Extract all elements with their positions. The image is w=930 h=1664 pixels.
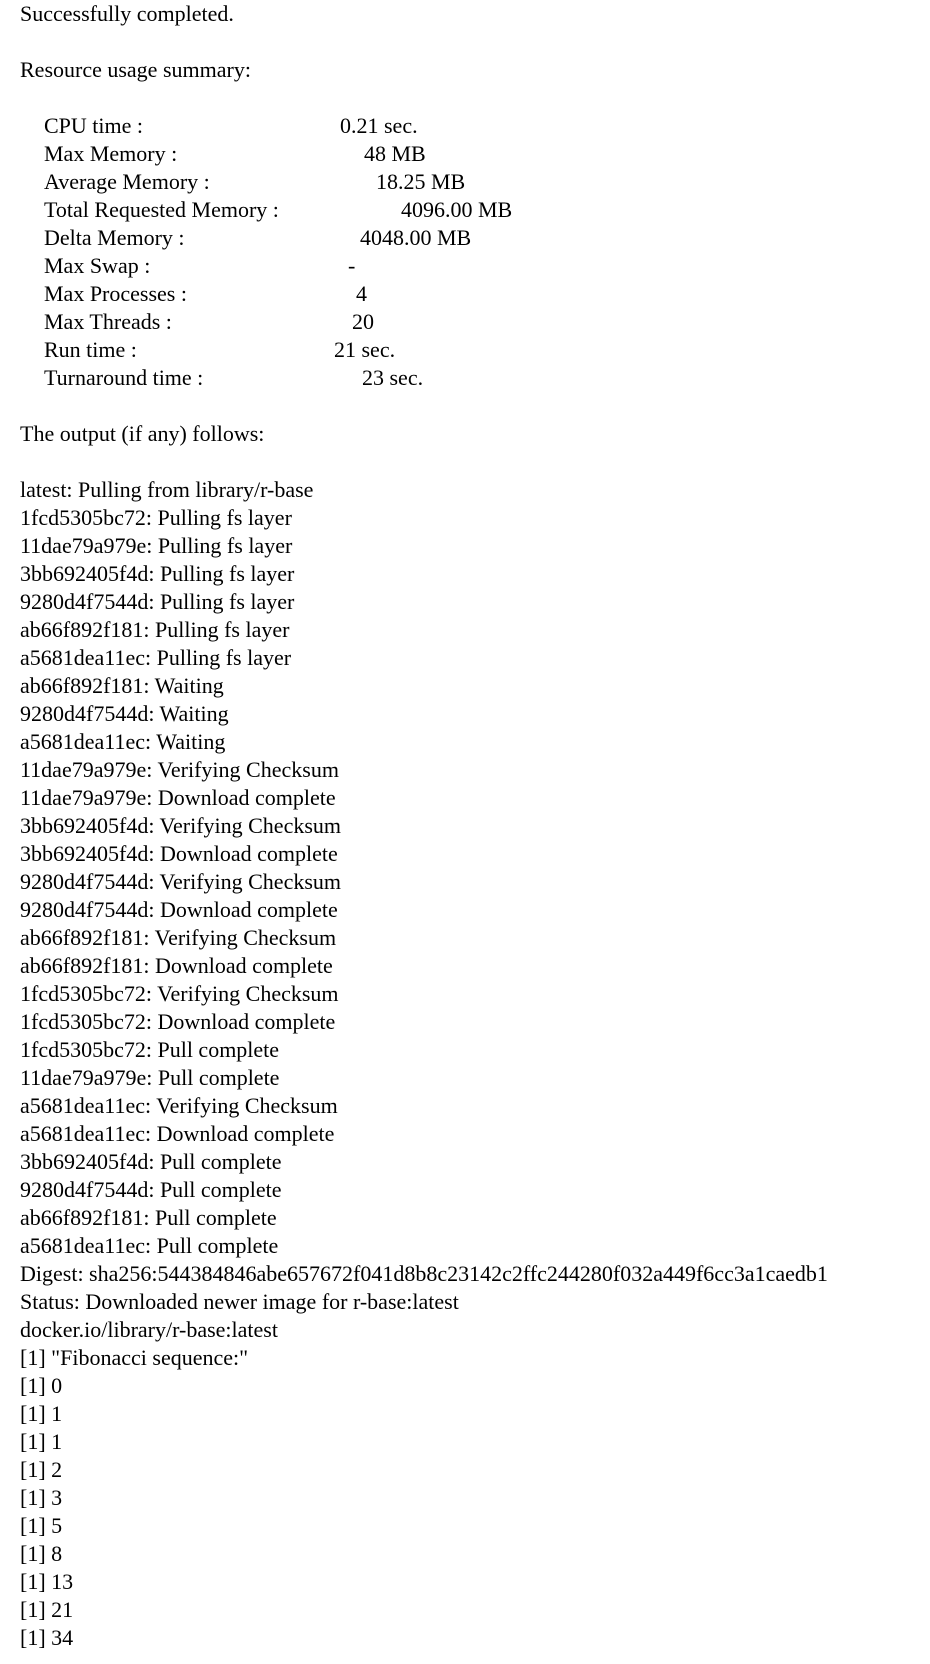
usage-value: 4096.00 MB [401, 197, 513, 222]
output-line: [1] 5 [20, 1513, 63, 1538]
usage-row-total-requested-memory: Total Requested Memory : 4096.00 MB [20, 196, 920, 224]
usage-value: 18.25 MB [376, 169, 466, 194]
output-line: [1] 21 [20, 1597, 74, 1622]
output-line: 9280d4f7544d: Pull complete [20, 1177, 282, 1202]
usage-value: 4048.00 MB [360, 225, 472, 250]
output-line: Status: Downloaded newer image for r-bas… [20, 1289, 459, 1314]
output-line: [1] 34 [20, 1625, 74, 1650]
job-report: Successfully completed. Resource usage s… [20, 0, 920, 1652]
output-line: 1fcd5305bc72: Pull complete [20, 1037, 280, 1062]
usage-label: Delta Memory : [44, 225, 185, 250]
output-line: [1] 3 [20, 1485, 63, 1510]
usage-row-run-time: Run time : 21 sec. [20, 336, 920, 364]
output-line: [1] "Fibonacci sequence:" [20, 1345, 249, 1370]
usage-label: Max Processes : [44, 281, 187, 306]
output-line: 9280d4f7544d: Pulling fs layer [20, 589, 295, 614]
output-heading: The output (if any) follows: [20, 421, 265, 446]
digest-line: Digest: sha256:544384846abe657672f041d8b… [20, 1261, 828, 1286]
usage-row-delta-memory: Delta Memory : 4048.00 MB [20, 224, 920, 252]
usage-row-average-memory: Average Memory : 18.25 MB [20, 168, 920, 196]
output-line: 11dae79a979e: Verifying Checksum [20, 757, 339, 782]
output-line: 3bb692405f4d: Download complete [20, 841, 338, 866]
output-line: 3bb692405f4d: Pull complete [20, 1149, 282, 1174]
usage-value: 0.21 sec. [340, 113, 418, 138]
output-log: latest: Pulling from library/r-base 1fcd… [20, 476, 920, 1652]
output-line: 11dae79a979e: Download complete [20, 785, 336, 810]
usage-label: Max Memory : [44, 141, 178, 166]
output-line: a5681dea11ec: Download complete [20, 1121, 335, 1146]
usage-value: 21 sec. [334, 337, 396, 362]
output-line: 1fcd5305bc72: Verifying Checksum [20, 981, 339, 1006]
output-line: 1fcd5305bc72: Download complete [20, 1009, 336, 1034]
output-line: 3bb692405f4d: Verifying Checksum [20, 813, 342, 838]
usage-value: - [348, 253, 356, 278]
summary-heading: Resource usage summary: [20, 57, 251, 82]
output-line: 11dae79a979e: Pull complete [20, 1065, 280, 1090]
output-line: [1] 1 [20, 1401, 63, 1426]
output-line: 9280d4f7544d: Verifying Checksum [20, 869, 342, 894]
output-line: ab66f892f181: Download complete [20, 953, 333, 978]
usage-label: Run time : [44, 337, 137, 362]
output-line: 11dae79a979e: Pulling fs layer [20, 533, 293, 558]
output-line: a5681dea11ec: Pull complete [20, 1233, 279, 1258]
output-line: ab66f892f181: Pulling fs layer [20, 617, 290, 642]
output-line: [1] 0 [20, 1373, 63, 1398]
output-line: docker.io/library/r-base:latest [20, 1317, 278, 1342]
usage-label: Max Threads : [44, 309, 172, 334]
output-line: [1] 13 [20, 1569, 74, 1594]
output-line: [1] 8 [20, 1541, 63, 1566]
status-message: Successfully completed. [20, 1, 234, 26]
output-line: 3bb692405f4d: Pulling fs layer [20, 561, 295, 586]
output-line: a5681dea11ec: Waiting [20, 729, 226, 754]
usage-label: Total Requested Memory : [44, 197, 279, 222]
output-line: [1] 2 [20, 1457, 63, 1482]
usage-table: CPU time : 0.21 sec. Max Memory : 48 MB … [20, 112, 920, 392]
output-line: 9280d4f7544d: Download complete [20, 897, 338, 922]
usage-value: 48 MB [364, 141, 426, 166]
output-line: 1fcd5305bc72: Pulling fs layer [20, 505, 292, 530]
usage-row-max-memory: Max Memory : 48 MB [20, 140, 920, 168]
usage-row-max-processes: Max Processes : 4 [20, 280, 920, 308]
usage-value: 4 [356, 281, 367, 306]
output-line: a5681dea11ec: Verifying Checksum [20, 1093, 338, 1118]
usage-value: 20 [352, 309, 374, 334]
usage-row-turnaround-time: Turnaround time : 23 sec. [20, 364, 920, 392]
usage-row-max-swap: Max Swap : - [20, 252, 920, 280]
output-line: 9280d4f7544d: Waiting [20, 701, 229, 726]
usage-label: Turnaround time : [44, 365, 204, 390]
output-line: ab66f892f181: Pull complete [20, 1205, 277, 1230]
output-line: [1] 1 [20, 1429, 63, 1454]
usage-label: CPU time : [44, 113, 144, 138]
output-line: a5681dea11ec: Pulling fs layer [20, 645, 292, 670]
usage-value: 23 sec. [362, 365, 424, 390]
usage-label: Max Swap : [44, 253, 151, 278]
usage-row-cpu-time: CPU time : 0.21 sec. [20, 112, 920, 140]
output-line: ab66f892f181: Verifying Checksum [20, 925, 337, 950]
output-line: ab66f892f181: Waiting [20, 673, 224, 698]
usage-row-max-threads: Max Threads : 20 [20, 308, 920, 336]
output-line: latest: Pulling from library/r-base [20, 477, 314, 502]
usage-label: Average Memory : [44, 169, 210, 194]
